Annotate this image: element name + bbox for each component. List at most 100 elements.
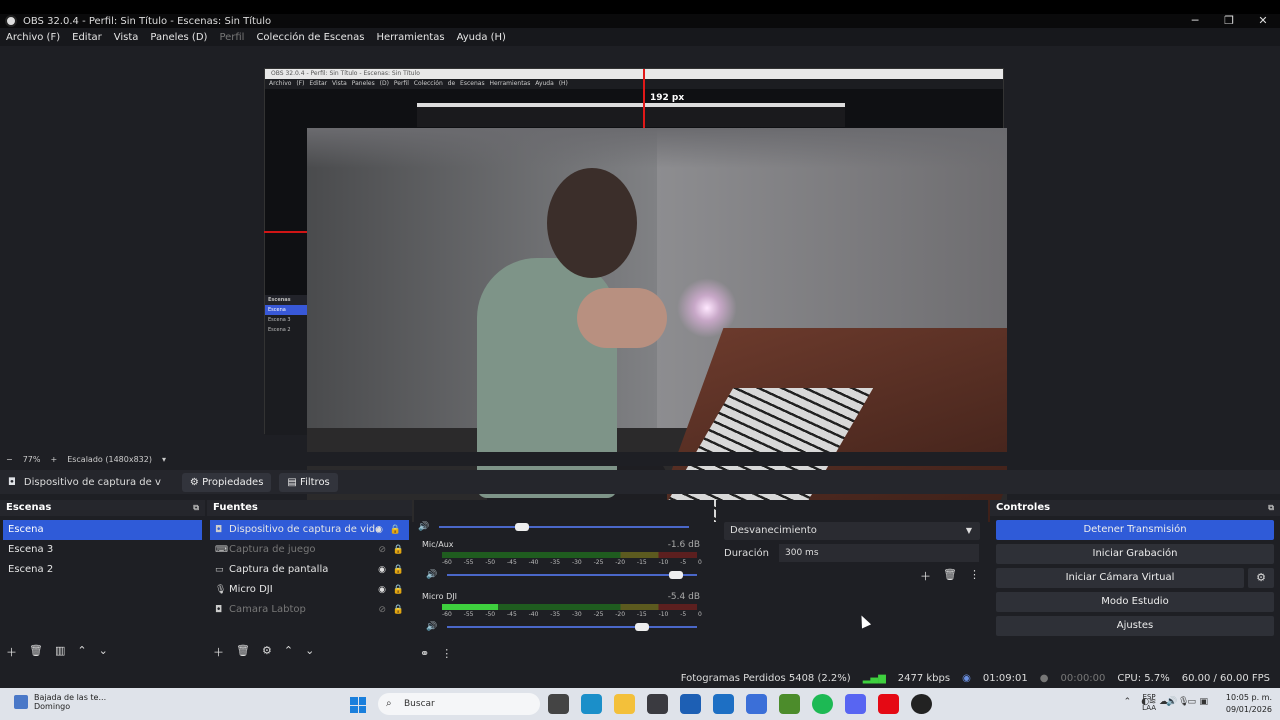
quick-settings[interactable]: ≋ 🔊 ▭ bbox=[1149, 697, 1196, 707]
volume-knob[interactable] bbox=[635, 623, 650, 631]
source-item[interactable]: ⌨ Captura de juego ⊘ 🔒 bbox=[207, 540, 412, 560]
lock-icon[interactable]: 🔒 bbox=[393, 560, 404, 580]
speaker-icon[interactable]: 🔊 bbox=[418, 522, 429, 532]
eye-hidden-icon[interactable]: ⊘ bbox=[378, 540, 386, 560]
lock-icon[interactable]: 🔒 bbox=[393, 580, 404, 600]
scene-item[interactable]: Escena 2 bbox=[0, 560, 205, 580]
gear-icon[interactable]: ⚙ bbox=[262, 644, 272, 660]
scale-tick: 0 bbox=[698, 559, 702, 566]
link-icon[interactable]: ⚭ bbox=[420, 647, 429, 660]
menu-ayuda[interactable]: Ayuda (H) bbox=[457, 32, 506, 43]
source-item[interactable]: ▭ Captura de pantalla ◉ 🔒 bbox=[207, 560, 412, 580]
eye-icon[interactable]: ◉ bbox=[378, 580, 386, 600]
windows-start-icon[interactable] bbox=[350, 697, 366, 713]
task-view-icon[interactable] bbox=[548, 694, 569, 714]
scenes-title: Escenas bbox=[6, 502, 52, 513]
chevron-down-icon[interactable]: ⌄ bbox=[305, 644, 314, 660]
add-icon[interactable]: ＋ bbox=[920, 568, 931, 584]
more-icon[interactable]: ⋮ bbox=[441, 647, 452, 660]
outlook-icon[interactable] bbox=[713, 694, 734, 714]
source-label: Captura de pantalla bbox=[229, 564, 329, 575]
speaker-icon[interactable]: 🔊 bbox=[426, 570, 437, 580]
chevron-down-icon[interactable]: ▾ bbox=[162, 455, 166, 464]
chevron-up-icon[interactable]: ⌃ bbox=[284, 644, 293, 660]
filters-button[interactable]: ▤ Filtros bbox=[279, 472, 338, 492]
source-item[interactable]: ◘ Camara Labtop ⊘ 🔒 bbox=[207, 600, 412, 620]
menu-editar[interactable]: Editar bbox=[72, 32, 102, 43]
obs-icon[interactable] bbox=[911, 694, 932, 714]
properties-button[interactable]: ⚙ Propiedades bbox=[181, 472, 272, 492]
menu-paneles[interactable]: Paneles (D) bbox=[150, 32, 207, 43]
trash-icon[interactable]: 🗑 bbox=[943, 568, 957, 584]
scale-tick: -40 bbox=[528, 559, 539, 566]
eye-icon[interactable]: ◉ bbox=[375, 520, 383, 540]
chevron-up-icon[interactable]: ⌃ bbox=[1124, 697, 1132, 707]
top-volume-row: 🔊 bbox=[418, 522, 714, 532]
volume-slider[interactable] bbox=[439, 523, 690, 531]
virtual-camera-button[interactable]: Iniciar Cámara Virtual bbox=[996, 568, 1244, 588]
source-item[interactable]: 🎙 Micro DJI ◉ 🔒 bbox=[207, 580, 412, 600]
zoom-out-button[interactable]: − bbox=[6, 455, 13, 464]
minecraft-icon[interactable] bbox=[779, 694, 800, 714]
menu-coleccion[interactable]: Colección de Escenas bbox=[256, 32, 364, 43]
speaker-icon[interactable]: 🔊 bbox=[426, 622, 437, 632]
gear-icon[interactable]: ⚙ bbox=[1248, 568, 1274, 588]
dock-float-icon[interactable]: ⧉ bbox=[193, 500, 199, 516]
add-icon[interactable]: ＋ bbox=[213, 644, 224, 660]
add-icon[interactable]: ＋ bbox=[6, 644, 17, 660]
tray-app-icon[interactable]: ▣ bbox=[1199, 697, 1208, 707]
lock-icon[interactable]: 🔒 bbox=[393, 540, 404, 560]
scale-tick: -55 bbox=[463, 559, 474, 566]
store-icon[interactable] bbox=[680, 694, 701, 714]
menu-vista[interactable]: Vista bbox=[114, 32, 139, 43]
trash-icon[interactable]: 🗑 bbox=[236, 644, 250, 660]
volume-knob[interactable] bbox=[515, 523, 530, 531]
obs-logo-icon bbox=[5, 15, 17, 27]
eye-icon[interactable]: ◉ bbox=[378, 560, 386, 580]
spotify-icon[interactable] bbox=[812, 694, 833, 714]
menu-archivo[interactable]: Archivo (F) bbox=[6, 32, 60, 43]
start-recording-button[interactable]: Iniciar Grabación bbox=[996, 544, 1274, 564]
menu-herramientas[interactable]: Herramientas bbox=[376, 32, 444, 43]
trash-icon[interactable]: 🗑 bbox=[29, 644, 43, 660]
volume-knob[interactable] bbox=[669, 571, 684, 579]
eye-hidden-icon[interactable]: ⊘ bbox=[378, 600, 386, 620]
zoom-in-button[interactable]: + bbox=[50, 455, 57, 464]
file-explorer-icon[interactable] bbox=[614, 694, 635, 714]
clock[interactable]: 10:05 p. m. 09/01/2026 bbox=[1226, 692, 1272, 716]
edge-icon[interactable] bbox=[581, 694, 602, 714]
chevron-down-icon[interactable]: ⌄ bbox=[99, 644, 108, 660]
source-item[interactable]: ◘ Dispositivo de captura de vide ◉ 🔒 bbox=[210, 520, 409, 540]
menu-perfil[interactable]: Perfil bbox=[219, 32, 244, 43]
chevron-up-icon[interactable]: ⌃ bbox=[77, 644, 86, 660]
duration-input[interactable]: 300 ms bbox=[779, 544, 980, 562]
volume-slider[interactable] bbox=[447, 623, 698, 631]
lock-icon[interactable]: 🔒 bbox=[390, 520, 401, 540]
scale-tick: -15 bbox=[636, 559, 647, 566]
close-button[interactable]: ✕ bbox=[1246, 14, 1280, 28]
transition-type: Desvanecimiento bbox=[730, 525, 817, 536]
scene-item[interactable]: Escena bbox=[3, 520, 202, 540]
app-icon[interactable] bbox=[746, 694, 767, 714]
maximize-button[interactable]: ❐ bbox=[1212, 14, 1246, 28]
scene-item[interactable]: Escena 3 bbox=[0, 540, 205, 560]
filter-icon[interactable]: ▥ bbox=[55, 644, 65, 660]
scale-tick: -10 bbox=[658, 559, 669, 566]
settings-button[interactable]: Ajustes bbox=[996, 616, 1274, 636]
stream-time: 01:09:01 bbox=[982, 672, 1028, 684]
app-icon[interactable] bbox=[647, 694, 668, 714]
taskbar-search[interactable]: ⌕ Buscar bbox=[378, 693, 540, 715]
news-widget[interactable]: Bajada de las te... Domingo bbox=[14, 693, 106, 711]
more-icon[interactable]: ⋮ bbox=[969, 568, 980, 584]
stop-stream-button[interactable]: Detener Transmisión bbox=[996, 520, 1274, 540]
lock-icon[interactable]: 🔒 bbox=[393, 600, 404, 620]
studio-mode-button[interactable]: Modo Estudio bbox=[996, 592, 1274, 612]
stream-icon: ◉ bbox=[962, 672, 971, 684]
dock-float-icon[interactable]: ⧉ bbox=[1268, 500, 1274, 516]
netflix-icon[interactable] bbox=[878, 694, 899, 714]
monitor-icon: ▭ bbox=[215, 565, 224, 575]
transition-select[interactable]: Desvanecimiento ▼ bbox=[724, 522, 980, 540]
discord-icon[interactable] bbox=[845, 694, 866, 714]
volume-slider[interactable] bbox=[447, 571, 698, 579]
minimize-button[interactable]: ─ bbox=[1178, 14, 1212, 28]
